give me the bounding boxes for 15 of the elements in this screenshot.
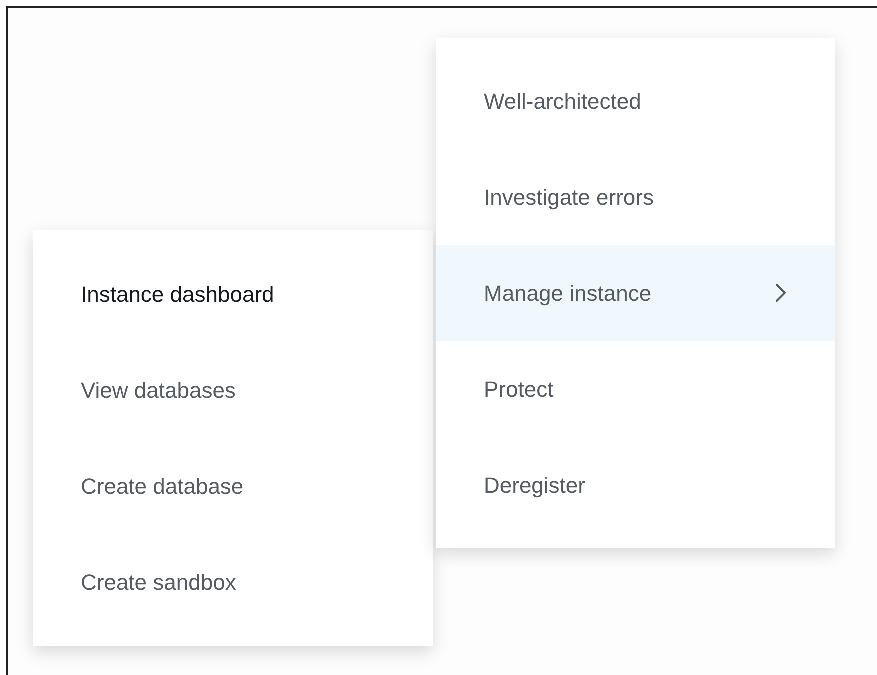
menu-item[interactable]: View databases	[33, 342, 433, 438]
menu-item[interactable]: Protect	[436, 341, 835, 437]
menu-item[interactable]: Deregister	[436, 437, 835, 533]
chevron-right-icon	[775, 283, 787, 303]
menu-item[interactable]: Create database	[33, 438, 433, 534]
menu-item[interactable]: Instance dashboard	[33, 246, 433, 342]
menu-item-label: Protect	[484, 376, 554, 404]
menu-item[interactable]: Create sandbox	[33, 534, 433, 630]
menu-item-label: Well-architected	[484, 88, 642, 116]
menu-item[interactable]: Investigate errors	[436, 149, 835, 245]
menu-item-label: Manage instance	[484, 280, 652, 308]
menu-item[interactable]: Manage instance	[436, 245, 835, 341]
menu-item[interactable]: Well-architected	[436, 53, 835, 149]
menu-item-label: Investigate errors	[484, 184, 654, 212]
menu-item-label: Deregister	[484, 472, 586, 500]
